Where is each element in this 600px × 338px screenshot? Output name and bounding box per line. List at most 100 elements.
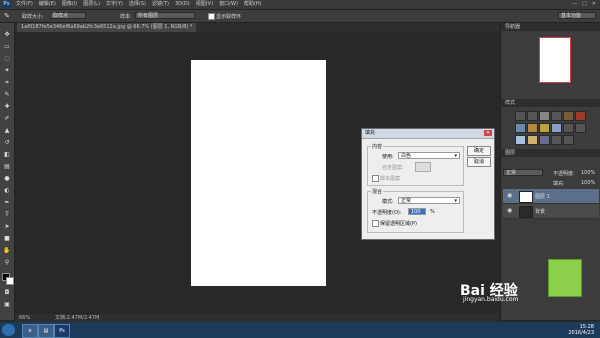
- quick-select-tool-icon[interactable]: ✦: [3, 67, 11, 74]
- cancel-button[interactable]: 取消: [467, 157, 491, 167]
- dialog-close-icon[interactable]: ✕: [484, 130, 492, 136]
- gradient-tool-icon[interactable]: ▤: [3, 163, 11, 170]
- path-select-tool-icon[interactable]: ➤: [3, 223, 11, 230]
- history-brush-tool-icon[interactable]: ↺: [3, 139, 11, 146]
- style-swatch[interactable]: [563, 123, 574, 133]
- window-controls: — □ ✕: [572, 0, 596, 9]
- hand-tool-icon[interactable]: ✋: [3, 247, 11, 254]
- menu-3d[interactable]: 3D(D): [175, 0, 190, 9]
- swatches-panel-header[interactable]: 样式: [501, 99, 600, 107]
- style-swatch[interactable]: [575, 123, 586, 133]
- opacity-input[interactable]: 100: [408, 208, 426, 215]
- preserve-transparency-checkbox[interactable]: [372, 220, 379, 227]
- stamp-tool-icon[interactable]: ▲: [3, 127, 11, 134]
- blend-group-label: 混合: [371, 188, 384, 195]
- style-swatch[interactable]: [539, 111, 550, 121]
- custom-pattern-picker[interactable]: [415, 162, 431, 172]
- eyedropper-tool-icon-side[interactable]: ✎: [3, 91, 11, 98]
- type-tool-icon[interactable]: T: [3, 211, 11, 218]
- eyedropper-tool-icon[interactable]: ✎: [4, 12, 10, 20]
- layers-opacity-value[interactable]: 100%: [581, 170, 595, 176]
- script-checkbox[interactable]: [372, 175, 379, 182]
- marquee-tool-icon[interactable]: ▭: [3, 43, 11, 50]
- minimize-button[interactable]: —: [572, 0, 577, 9]
- menu-filter[interactable]: 滤镜(T): [152, 0, 169, 9]
- layers-panel-header[interactable]: 图层: [501, 149, 600, 157]
- zoom-tool-icon[interactable]: ⚲: [3, 259, 11, 266]
- style-swatch[interactable]: [527, 135, 538, 145]
- menu-select[interactable]: 选择(S): [129, 0, 146, 9]
- dialog-titlebar[interactable]: 填充 ✕: [362, 129, 494, 139]
- style-swatch[interactable]: [551, 135, 562, 145]
- style-swatch[interactable]: [515, 123, 526, 133]
- styles-tab[interactable]: 样式: [505, 100, 515, 106]
- photoshop-taskbar-icon[interactable]: Ps: [54, 324, 70, 338]
- menu-image[interactable]: 图像(I): [62, 0, 77, 9]
- style-swatch[interactable]: [515, 111, 526, 121]
- sample-label: 样本:: [120, 14, 132, 20]
- style-swatch[interactable]: [551, 111, 562, 121]
- document-tab[interactable]: 1af0187fe5e346ef6a69ab2fc3e6512a.jpg @ 6…: [17, 23, 197, 32]
- ie-icon[interactable]: e: [22, 324, 38, 338]
- style-swatch[interactable]: [539, 123, 550, 133]
- navigator-tab[interactable]: 导航器: [505, 24, 520, 30]
- maximize-button[interactable]: □: [582, 0, 587, 9]
- workspace-select[interactable]: 基本功能: [558, 12, 596, 19]
- layer-row[interactable]: ◉ 图层 1: [503, 189, 599, 204]
- options-bar: ✎ 取样大小: 取样点 样本: 所有图层 显示取样环 基本功能: [0, 10, 600, 23]
- ok-button[interactable]: 确定: [467, 146, 491, 156]
- sample-size-select[interactable]: 取样点: [50, 12, 86, 19]
- navigator-thumbnail[interactable]: [539, 37, 571, 83]
- layers-tab[interactable]: 图层: [505, 150, 515, 156]
- shape-tool-icon[interactable]: ■: [3, 235, 11, 242]
- dodge-tool-icon[interactable]: ◐: [3, 187, 11, 194]
- document-canvas[interactable]: [191, 60, 326, 286]
- menu-layer[interactable]: 图层(L): [83, 0, 100, 9]
- layer-row[interactable]: ◉ 背景: [503, 204, 599, 219]
- menu-edit[interactable]: 编辑(E): [39, 0, 56, 9]
- layers-fill-value[interactable]: 100%: [581, 180, 595, 186]
- folder-icon[interactable]: ▤: [38, 324, 54, 338]
- menu-help[interactable]: 帮助(H): [244, 0, 262, 9]
- use-select[interactable]: 白色 ▾: [398, 152, 460, 159]
- screen-mode-icon[interactable]: ▣: [3, 301, 11, 308]
- crop-tool-icon[interactable]: ⌗: [3, 79, 11, 86]
- style-swatch[interactable]: [527, 111, 538, 121]
- menu-view[interactable]: 视图(V): [196, 0, 213, 9]
- zoom-level[interactable]: 66%: [19, 314, 30, 322]
- style-swatch[interactable]: [563, 135, 574, 145]
- style-swatch[interactable]: [551, 123, 562, 133]
- watermark-sticker-image: [548, 259, 582, 297]
- style-swatch[interactable]: [539, 135, 550, 145]
- pen-tool-icon[interactable]: ✒: [3, 199, 11, 206]
- opacity-unit: %: [430, 209, 435, 215]
- visibility-eye-icon[interactable]: ◉: [507, 192, 512, 199]
- menu-file[interactable]: 文件(F): [16, 0, 33, 9]
- menu-type[interactable]: 文字(Y): [106, 0, 123, 9]
- style-swatch[interactable]: [575, 111, 586, 121]
- style-swatch[interactable]: [563, 111, 574, 121]
- photoshop-logo: Ps: [2, 1, 11, 8]
- menu-window[interactable]: 窗口(W): [219, 0, 238, 9]
- healing-tool-icon[interactable]: ✚: [3, 103, 11, 110]
- background-color-swatch[interactable]: [6, 277, 14, 285]
- mode-select[interactable]: 正常 ▾: [398, 197, 460, 204]
- start-button-icon[interactable]: [2, 324, 15, 336]
- eraser-tool-icon[interactable]: ◧: [3, 151, 11, 158]
- quick-mask-icon[interactable]: ◘: [3, 289, 11, 296]
- brush-tool-icon[interactable]: ✐: [3, 115, 11, 122]
- lasso-tool-icon[interactable]: ◌: [3, 55, 11, 62]
- clock[interactable]: 15:28 2016/4/23: [568, 324, 594, 336]
- move-tool-icon[interactable]: ✥: [3, 31, 11, 38]
- blend-group: 混合 模式: 正常 ▾ 不透明度(O): 100 % 保留透明区域(P): [367, 188, 464, 233]
- status-bar: 66% 文档:2.47M/2.47M: [15, 314, 499, 322]
- navigator-panel-header[interactable]: 导航器: [501, 23, 600, 31]
- sample-select[interactable]: 所有图层: [135, 12, 195, 19]
- blend-mode-select[interactable]: 正常: [503, 169, 543, 176]
- style-swatch[interactable]: [515, 135, 526, 145]
- visibility-eye-icon[interactable]: ◉: [507, 207, 512, 214]
- show-ring-checkbox[interactable]: [208, 13, 215, 20]
- blur-tool-icon[interactable]: ●: [3, 175, 11, 182]
- close-button[interactable]: ✕: [592, 0, 596, 9]
- style-swatch[interactable]: [527, 123, 538, 133]
